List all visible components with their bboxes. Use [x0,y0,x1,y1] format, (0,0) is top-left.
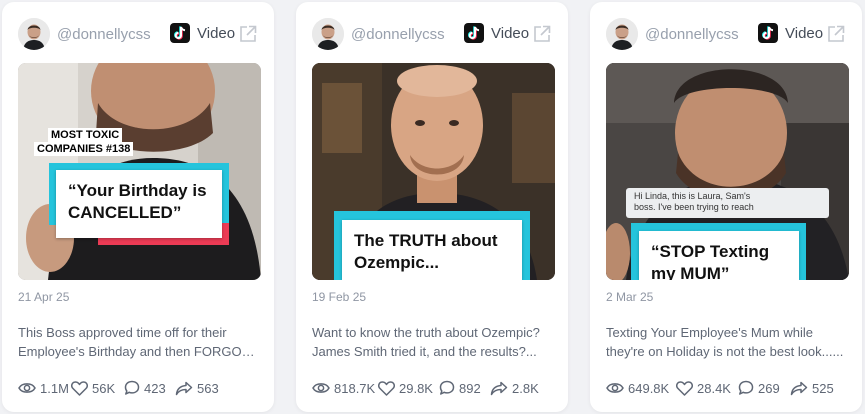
engagement-stats: 818.7K 29.8K 892 2.8K [312,378,558,398]
video-thumbnail[interactable]: Hi Linda, this is Laura, Sam's boss. I'v… [606,63,849,280]
video-card[interactable]: @donnellycss Video [2,2,274,412]
shares-stat: 525 [790,378,834,398]
comments-count: 269 [758,380,780,396]
comments-stat: 269 [738,378,780,398]
shares-stat: 563 [175,378,219,398]
post-description: Texting Your Employee's Mum while they'r… [606,323,846,361]
heart-icon [676,380,693,396]
share-icon [490,381,508,395]
external-link-icon[interactable] [826,24,846,44]
share-icon [790,381,808,395]
description-line: they're on Holiday is not the best look.… [606,344,844,359]
comment-icon [738,380,754,395]
description-line: James Smith tried it, and the results?..… [312,344,537,359]
video-caption: “Your Birthday is CANCELLED” [56,170,222,238]
shares-count: 2.8K [512,380,539,396]
series-tag: COMPANIES #138 [34,142,134,156]
card-header: @donnellycss Video [312,18,552,50]
video-card[interactable]: @donnellycss Video [296,2,568,412]
likes-stat: 28.4K [676,378,731,398]
heart-icon [378,380,395,396]
creator-handle[interactable]: @donnellycss [351,26,445,43]
video-card[interactable]: @donnellycss Video [590,2,862,412]
tiktok-icon [170,23,190,43]
post-date: 19 Feb 25 [312,290,367,304]
shares-count: 525 [812,380,834,396]
card-header: @donnellycss Video [18,18,258,50]
views-count: 1.1M [40,380,69,396]
external-link-icon[interactable] [238,24,258,44]
likes-count: 29.8K [399,380,433,396]
video-thumbnail[interactable]: The TRUTH about Ozempic... [312,63,555,280]
views-count: 649.8K [628,380,670,396]
avatar [606,18,638,50]
views-stat: 818.7K [312,378,375,398]
heart-icon [71,380,88,396]
video-caption: “STOP Texting my MUM” [639,231,799,280]
comments-stat: 892 [439,378,481,398]
series-tag-line: MOST TOXIC [51,129,120,141]
post-description: Want to know the truth about Ozempic? Ja… [312,323,552,361]
likes-count: 28.4K [697,380,731,396]
post-date: 2 Mar 25 [606,290,654,304]
likes-count: 56K [92,380,116,396]
platform-label: Video [491,25,530,42]
comment-icon [439,380,455,395]
description-line: Employee's Birthday and then FORGOT... [18,344,258,359]
description-line: Texting Your Employee's Mum while [606,325,813,340]
comments-count: 423 [144,380,166,396]
views-stat: 649.8K [606,378,669,398]
share-icon [175,381,193,395]
tiktok-icon [758,23,778,43]
eye-icon [18,383,36,393]
eye-icon [606,383,624,393]
avatar [312,18,344,50]
message-line: Hi Linda, this is Laura, Sam's [634,191,751,201]
comments-count: 892 [459,380,481,396]
comment-icon [124,380,140,395]
shares-count: 563 [197,380,219,396]
description-line: This Boss approved time off for their [18,325,227,340]
engagement-stats: 1.1M 56K 423 563 [18,378,264,398]
likes-stat: 29.8K [378,378,433,398]
creator-handle[interactable]: @donnellycss [57,26,151,43]
card-header: @donnellycss Video [606,18,846,50]
comments-stat: 423 [124,378,166,398]
post-date: 21 Apr 25 [18,290,70,304]
text-message-preview: Hi Linda, this is Laura, Sam's boss. I'v… [626,188,829,218]
platform-label: Video [785,25,824,42]
creator-handle[interactable]: @donnellycss [645,26,739,43]
series-tag-line: COMPANIES #138 [37,143,131,155]
message-line: boss. I've been trying to reach [634,202,754,212]
eye-icon [312,383,330,393]
video-caption: The TRUTH about Ozempic... [342,220,522,280]
series-tag: MOST TOXIC [48,128,123,142]
avatar [18,18,50,50]
post-description: This Boss approved time off for their Em… [18,323,258,361]
caption-line: my MUM” [651,264,730,280]
caption-line: “Your Birthday is [68,181,207,200]
description-line: Want to know the truth about Ozempic? [312,325,540,340]
tiktok-icon [464,23,484,43]
caption-line: Ozempic... [354,253,440,272]
likes-stat: 56K [71,378,115,398]
video-thumbnail[interactable]: MOST TOXIC COMPANIES #138 “Your Birthday… [18,63,261,280]
external-link-icon[interactable] [532,24,552,44]
caption-line: CANCELLED” [68,203,182,222]
shares-stat: 2.8K [490,378,539,398]
caption-line: The TRUTH about [354,231,498,250]
caption-line: “STOP Texting [651,242,770,261]
platform-label: Video [197,25,236,42]
engagement-stats: 649.8K 28.4K 269 525 [606,378,852,398]
views-stat: 1.1M [18,378,69,398]
views-count: 818.7K [334,380,376,396]
